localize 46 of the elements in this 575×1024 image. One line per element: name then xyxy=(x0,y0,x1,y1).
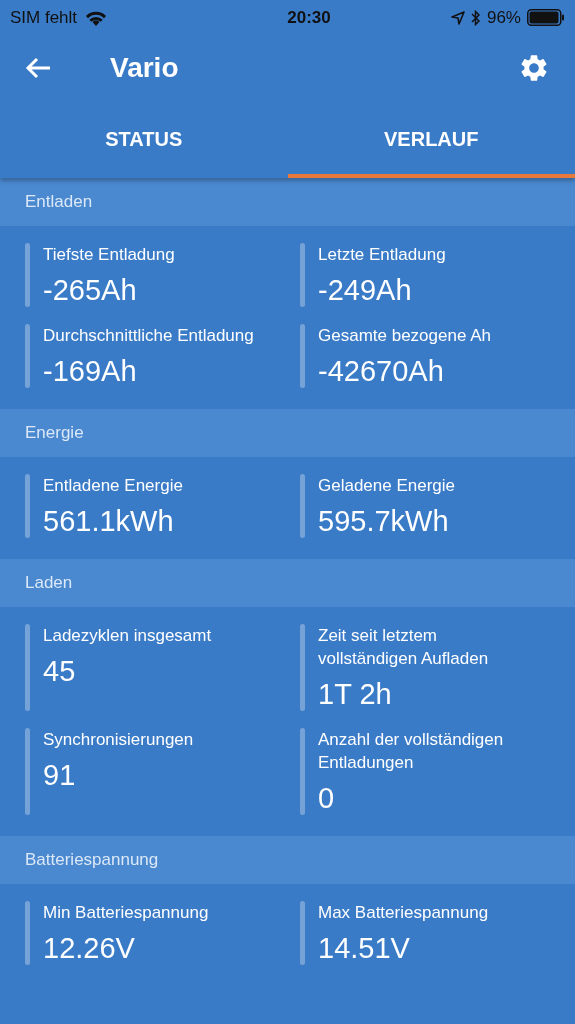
wifi-icon xyxy=(85,9,108,26)
stat-value: -265Ah xyxy=(43,273,138,307)
bluetooth-icon xyxy=(470,9,481,26)
stat-label: Ladezyklen insgesamt xyxy=(43,625,212,647)
accent-bar xyxy=(25,324,30,388)
clock-text: 20:30 xyxy=(287,6,331,29)
accent-bar xyxy=(300,474,305,538)
stat-label: Durchschnittliche Entladung xyxy=(43,325,254,347)
accent-bar xyxy=(300,243,305,307)
stat-label: Gesamte bezogene Ah xyxy=(318,325,491,347)
battery-icon xyxy=(527,9,565,26)
stat-value: 561.1kWh xyxy=(43,504,175,538)
stat-value: 1T 2h xyxy=(318,677,393,711)
section-header: Entladen xyxy=(0,178,575,226)
stat-label: Zeit seit letztem vollständigen Aufladen xyxy=(318,625,490,670)
stat-label: Geladene Energie xyxy=(318,475,456,497)
stat-label: Entladene Energie xyxy=(43,475,183,497)
stat-label: Synchronisierungen xyxy=(43,729,194,751)
stat-value: 91 xyxy=(43,758,77,792)
accent-bar xyxy=(25,901,30,965)
accent-bar xyxy=(25,243,30,307)
stat-label: Anzahl der vollständigen Entladungen xyxy=(318,729,505,774)
stat-value: -169Ah xyxy=(43,354,138,388)
stat-value: -249Ah xyxy=(318,273,413,307)
location-icon xyxy=(450,10,465,25)
stat-value: 45 xyxy=(43,654,77,688)
section-header: Batteriespannung xyxy=(0,836,575,884)
stat-value: 12.26V xyxy=(43,931,136,965)
accent-bar xyxy=(300,901,305,965)
stat-value: 595.7kWh xyxy=(318,504,450,538)
stat-label: Min Batteriespannung xyxy=(43,902,209,924)
section-header: Laden xyxy=(0,559,575,607)
stat-label: Max Batteriespannung xyxy=(318,902,489,924)
back-arrow-icon xyxy=(25,56,51,79)
stat-label: Letzte Entladung xyxy=(318,244,446,266)
screen-title: Vario xyxy=(110,50,179,85)
stat-value: -42670Ah xyxy=(318,354,445,388)
battery-percent-text: 96% xyxy=(486,6,521,29)
tab[interactable]: STATUS xyxy=(0,100,288,178)
accent-bar xyxy=(300,324,305,388)
carrier-text: SIM fehlt xyxy=(10,6,78,29)
stat-label: Tiefste Entladung xyxy=(43,244,175,266)
stat-value: 0 xyxy=(318,781,336,815)
accent-bar xyxy=(25,474,30,538)
section-header: Energie xyxy=(0,409,575,457)
stat-value: 14.51V xyxy=(318,931,411,965)
